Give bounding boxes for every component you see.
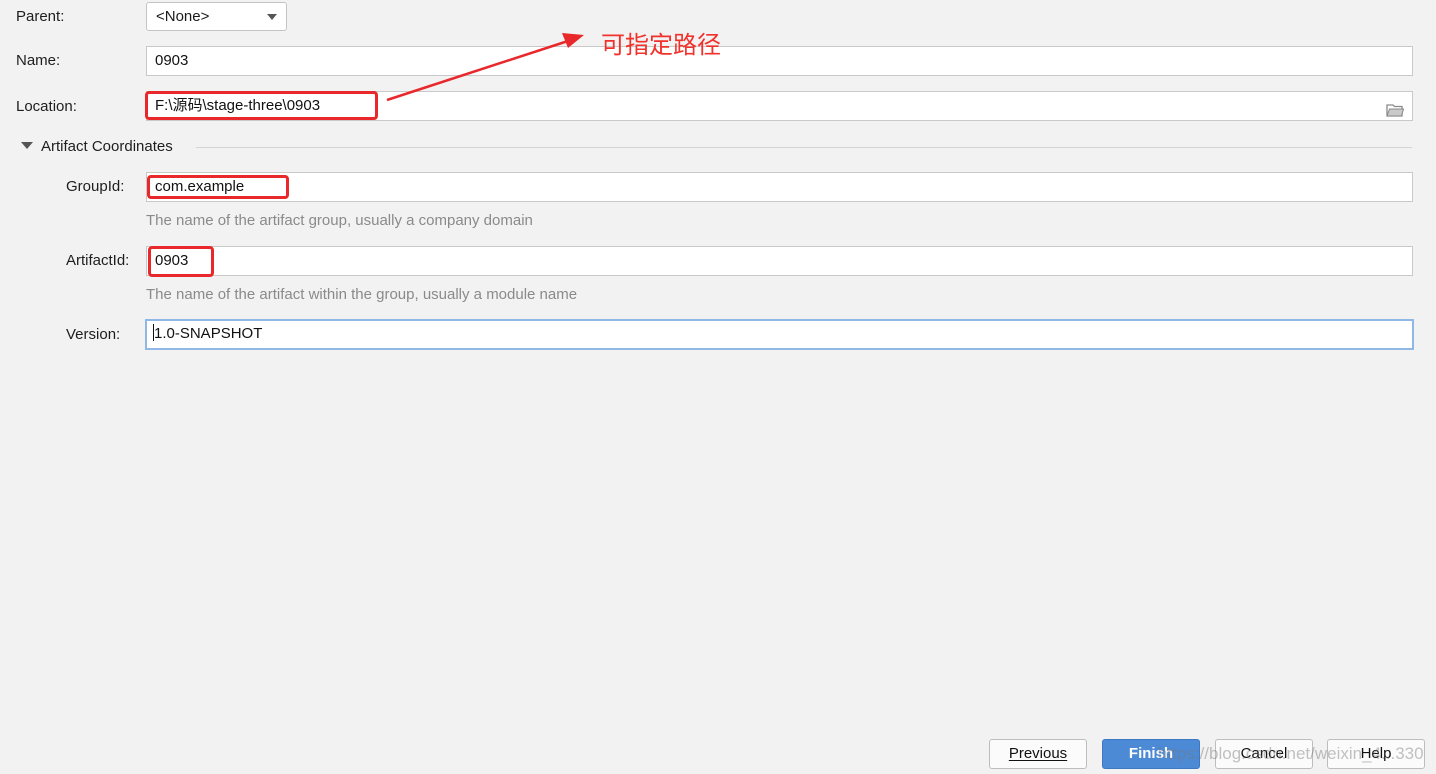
cancel-button[interactable]: Cancel	[1215, 739, 1313, 769]
cancel-button-label: Cancel	[1240, 745, 1288, 762]
previous-button-label: Previous	[1008, 745, 1068, 762]
previous-button[interactable]: Previous	[989, 739, 1087, 769]
red-arrow-icon	[386, 33, 584, 102]
finish-button-label: Finish	[1128, 745, 1174, 762]
finish-button[interactable]: Finish	[1102, 739, 1200, 769]
help-button[interactable]: Help	[1327, 739, 1425, 769]
new-project-dialog: Parent: <None> Name: 0903 Location: F:\源…	[0, 0, 1436, 774]
annotation-text: 可指定路径	[601, 31, 721, 59]
help-button-label: Help	[1360, 745, 1392, 762]
